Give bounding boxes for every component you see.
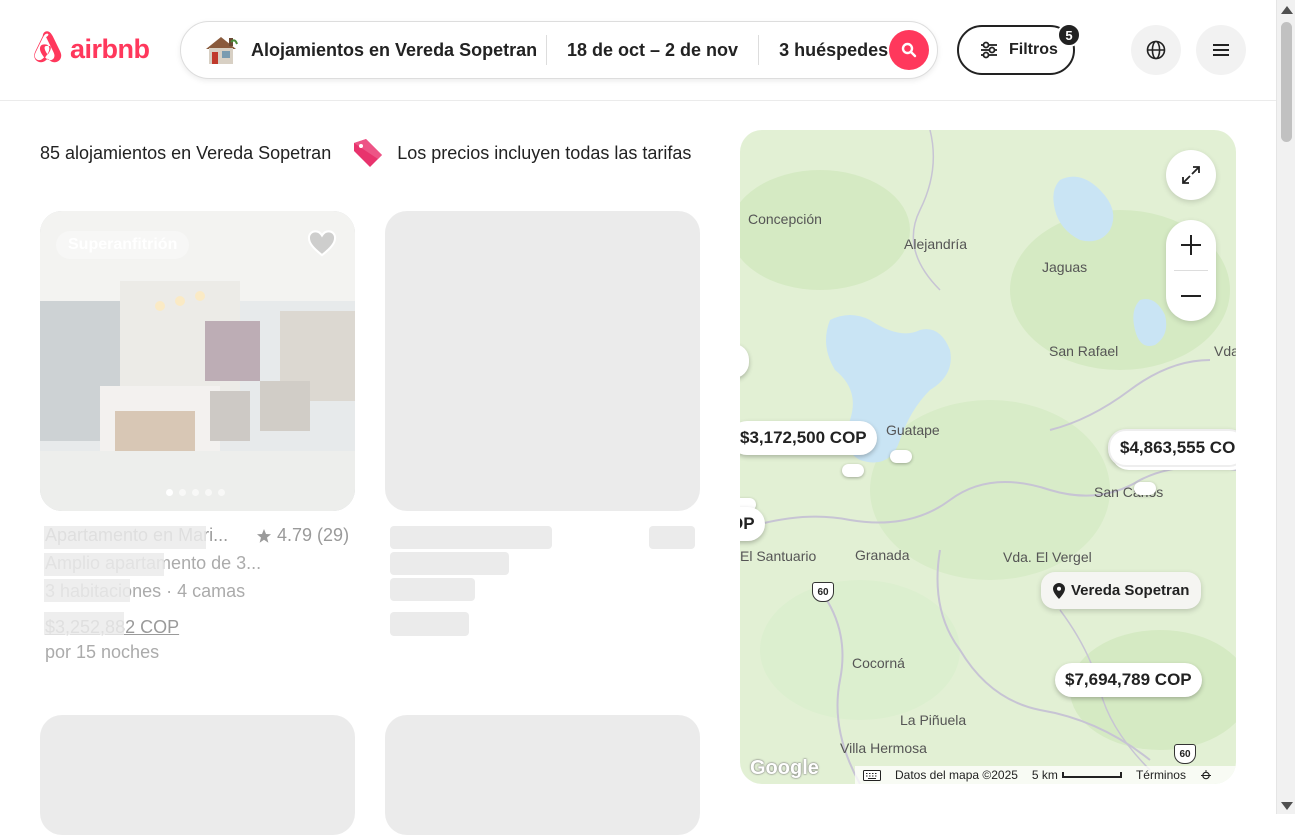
review-count: (29) (317, 525, 350, 545)
scroll-down-arrow[interactable] (1281, 802, 1293, 810)
photo-dots (166, 489, 225, 496)
bug-icon[interactable] (1200, 769, 1212, 781)
keyboard-icon[interactable] (863, 769, 881, 781)
town-label: La Piñuela (900, 712, 967, 728)
zoom-in-button[interactable] (1166, 220, 1216, 270)
map-mini-pin[interactable] (1134, 482, 1156, 495)
listing-placeholder (385, 211, 700, 511)
town-label: Granada (855, 547, 910, 563)
airbnb-logo[interactable]: airbnb (28, 29, 150, 69)
listing-nights: por 15 noches (45, 642, 160, 662)
scroll-thumb[interactable] (1281, 22, 1292, 142)
photo-dot (218, 489, 225, 496)
search-location-text: Alojamientos en Vereda Sopetran (251, 39, 538, 60)
town-label: Alejandría (904, 236, 968, 252)
menu-button[interactable] (1196, 25, 1246, 75)
search-guests[interactable]: 3 huéspedes (759, 40, 888, 61)
scale-bar (1061, 772, 1122, 778)
zoom-out-button[interactable] (1166, 271, 1216, 321)
skeleton-overlay (44, 579, 130, 602)
results-bar: 85 alojamientos en Vereda Sopetran Los p… (40, 136, 691, 170)
map-attribution: Datos del mapa ©2025 5 km Términos (855, 766, 1236, 784)
map-pin-icon (1053, 582, 1065, 599)
results-count: 85 alojamientos en Vereda Sopetran (40, 142, 332, 163)
route-shield: 60 (812, 582, 834, 602)
plus-icon (1181, 235, 1201, 255)
skeleton-line (390, 578, 475, 601)
superhost-badge: Superanfitrión (56, 231, 190, 259)
photo-dot (192, 489, 199, 496)
search-button[interactable] (889, 30, 929, 70)
filters-label: Filtros (1009, 41, 1058, 58)
scroll-up-arrow[interactable] (1281, 6, 1293, 14)
globe-icon (1146, 40, 1166, 60)
location-marker[interactable]: Vereda Sopetran (1041, 572, 1202, 609)
town-label: El Santuario (740, 548, 817, 564)
price-pin[interactable]: $4,863,555 CO (1108, 429, 1236, 467)
price-tag-icon (354, 139, 383, 167)
skeleton-line (390, 526, 552, 549)
search-icon (901, 42, 917, 58)
town-label: Villa Hermosa (840, 740, 927, 756)
price-note: Los precios incluyen todas las tarifas (397, 142, 692, 163)
star-icon (257, 528, 271, 543)
expand-icon (1182, 166, 1200, 184)
town-label: Jaguas (1042, 259, 1088, 275)
filters-count-badge: 5 (1057, 23, 1081, 47)
scale-label: 5 km (1031, 768, 1058, 782)
town-label: Vda. El Vergel (1003, 549, 1092, 565)
photo-dot (166, 489, 173, 496)
photo-dot (179, 489, 186, 496)
logo-text: airbnb (70, 33, 150, 64)
town-label: Concepción (748, 211, 822, 227)
map-data-credit[interactable]: Datos del mapa ©2025 (895, 768, 1018, 782)
google-logo[interactable]: Google (750, 757, 819, 780)
photo-dot (205, 489, 212, 496)
language-button[interactable] (1131, 25, 1181, 75)
rating-value: 4.79 (277, 525, 313, 545)
skeleton-overlay (44, 553, 164, 576)
search-dates[interactable]: 18 de oct – 2 de nov (547, 40, 758, 61)
skeleton-overlay (44, 612, 124, 635)
listing-photo[interactable]: Superanfitrión (40, 211, 355, 511)
map-mini-pin[interactable] (890, 450, 912, 463)
town-label: Guatape (886, 422, 940, 438)
map-scale[interactable]: 5 km (1032, 768, 1122, 782)
skeleton-line (390, 552, 509, 575)
minus-icon (1181, 295, 1201, 297)
town-label: Vda (1214, 343, 1236, 359)
route-shield: 60 (1174, 744, 1196, 764)
listing-placeholder (40, 715, 355, 835)
map-terms-link[interactable]: Términos (1136, 768, 1186, 782)
listing-rating: 4.79 (29) (256, 525, 349, 546)
fullscreen-button[interactable] (1166, 150, 1216, 200)
town-label: San Rafael (1049, 343, 1119, 359)
map[interactable]: Concepción Alejandría Jaguas San Rafael … (740, 130, 1236, 784)
house-icon (206, 37, 238, 64)
page-scrollbar[interactable] (1276, 0, 1295, 814)
listing-placeholder (385, 715, 700, 835)
heart-icon[interactable] (307, 229, 337, 257)
map-mini-pin[interactable] (842, 464, 864, 477)
sliders-icon (981, 41, 997, 59)
location-label: Vereda Sopetran (1071, 582, 1190, 599)
hamburger-icon (1213, 44, 1229, 56)
zoom-controls (1166, 220, 1216, 321)
search-location[interactable]: Alojamientos en Vereda Sopetran (181, 22, 546, 78)
town-label: Cocorná (852, 655, 905, 671)
skeleton-line (649, 526, 695, 549)
price-pin[interactable]: $3,172,500 COP (740, 421, 877, 455)
price-pin[interactable]: $7,694,789 COP (1055, 663, 1202, 697)
airbnb-logo-icon (34, 31, 62, 63)
skeleton-overlay (44, 526, 206, 549)
search-bar[interactable]: Alojamientos en Vereda Sopetran 18 de oc… (180, 21, 938, 79)
skeleton-line (390, 612, 469, 636)
header: airbnb Alojamientos en Vereda Sopetran 1… (0, 0, 1276, 101)
